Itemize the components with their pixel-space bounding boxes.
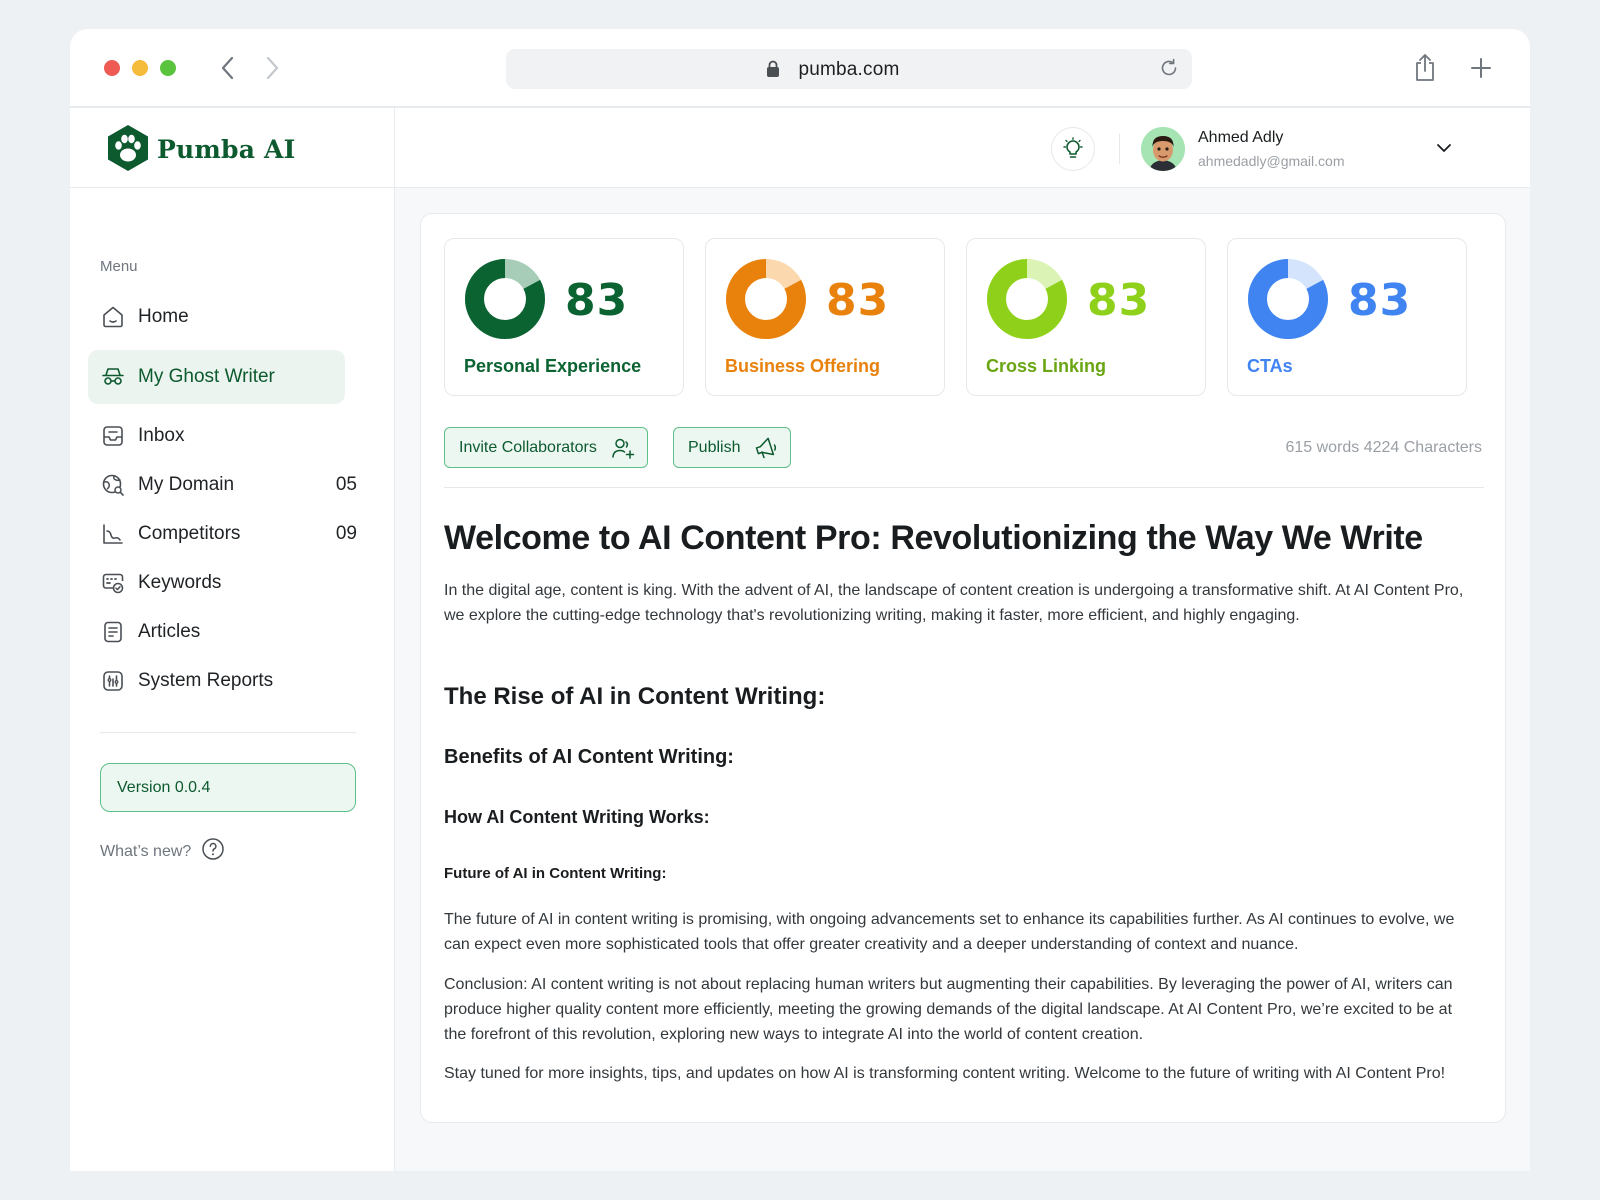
inbox-icon [100, 423, 126, 449]
top-header: Ahmed Adly ahmedadly@gmail.com [395, 108, 1530, 188]
article-title[interactable]: Welcome to AI Content Pro: Revolutionizi… [444, 519, 1423, 558]
whats-new-label: What’s new? [100, 842, 192, 860]
score-value: 83 [565, 275, 629, 326]
lightbulb-icon[interactable] [1051, 127, 1095, 171]
menu-title: Menu [100, 258, 138, 275]
sidebar-item-label: Keywords [138, 572, 222, 593]
heading-rise-of-ai[interactable]: The Rise of AI in Content Writing: [444, 683, 825, 711]
invite-label: Invite Collaborators [459, 438, 597, 456]
share-icon[interactable] [1410, 53, 1440, 83]
sidebar-item-label: Articles [138, 621, 201, 642]
close-window-button[interactable] [104, 60, 120, 76]
heading-how-it-works[interactable]: How AI Content Writing Works: [444, 807, 710, 828]
report-icon [100, 668, 126, 694]
version-badge: Version 0.0.4 [100, 763, 356, 812]
keyword-icon [100, 570, 126, 596]
new-tab-icon[interactable] [1466, 53, 1496, 83]
sidebar-item-label: Inbox [138, 425, 185, 446]
sidebar: Pumba AI Menu Home My Ghost Writer Inbox [70, 108, 395, 1171]
sidebar-item-label: Home [138, 306, 189, 327]
back-icon[interactable] [213, 53, 243, 83]
address-bar[interactable]: pumba.com [506, 49, 1192, 89]
score-card-personal-experience[interactable]: 83 Personal Experience [444, 238, 684, 396]
sidebar-item-label: My Ghost Writer [138, 366, 275, 387]
score-label: Business Offering [725, 356, 881, 376]
score-value: 83 [1087, 275, 1151, 326]
avatar[interactable] [1141, 127, 1185, 171]
article-intro[interactable]: In the digital age, content is king. Wit… [444, 578, 1474, 628]
brand[interactable]: Pumba AI [70, 108, 395, 188]
score-donut [1248, 259, 1328, 339]
score-label: Cross Linking [986, 356, 1107, 376]
sidebar-item-label: System Reports [138, 670, 274, 691]
minimize-window-button[interactable] [132, 60, 148, 76]
main-area: 83 Personal Experience 83 Business Offer… [395, 188, 1530, 1171]
domain-count: 05 [335, 474, 357, 495]
score-card-ctas[interactable]: 83 CTAs [1227, 238, 1467, 396]
browser-window: pumba.com Pumba AI Menu Home My Ghost Wr… [70, 29, 1530, 1171]
competitors-count: 09 [335, 523, 357, 544]
editor-card: 83 Personal Experience 83 Business Offer… [420, 213, 1506, 1123]
score-donut [726, 259, 806, 339]
megaphone-icon [754, 437, 778, 459]
score-card-business-offering[interactable]: 83 Business Offering [705, 238, 945, 396]
score-label: CTAs [1247, 356, 1293, 376]
sidebar-item-my-domain[interactable]: My Domain 05 [88, 458, 357, 512]
paragraph-stay-tuned[interactable]: Stay tuned for more insights, tips, and … [444, 1061, 1474, 1086]
home-icon [100, 304, 126, 330]
brand-name: Pumba AI [157, 135, 296, 164]
heading-future[interactable]: Future of AI in Content Writing: [444, 865, 666, 882]
sidebar-item-articles[interactable]: Articles [88, 605, 345, 659]
help-icon[interactable] [201, 837, 225, 866]
chevron-down-icon[interactable] [1435, 141, 1453, 160]
user-email: ahmedadly@gmail.com [1198, 153, 1345, 169]
ghost-writer-icon [100, 364, 126, 390]
score-donut [465, 259, 545, 339]
whats-new-link[interactable]: What’s new? [100, 837, 225, 866]
document-icon [100, 619, 126, 645]
header-divider [1119, 134, 1120, 164]
publish-label: Publish [688, 438, 741, 456]
user-name: Ahmed Adly [1198, 129, 1284, 146]
chart-icon [100, 521, 126, 547]
sidebar-item-competitors[interactable]: Competitors 09 [88, 507, 357, 561]
sidebar-item-ghost-writer[interactable]: My Ghost Writer [88, 350, 345, 404]
score-donut [987, 259, 1067, 339]
toolbar-divider [444, 487, 1484, 488]
sidebar-item-label: My Domain [138, 474, 235, 495]
publish-button[interactable]: Publish [673, 427, 792, 468]
globe-icon [100, 472, 126, 498]
maximize-window-button[interactable] [160, 60, 176, 76]
sidebar-item-system-reports[interactable]: System Reports [88, 654, 345, 708]
score-card-cross-linking[interactable]: 83 Cross Linking [966, 238, 1206, 396]
add-user-icon [611, 437, 635, 459]
url-text: pumba.com [798, 59, 900, 80]
word-character-count: 615 words 4224 Characters [1285, 439, 1482, 456]
score-value: 83 [826, 275, 890, 326]
sidebar-item-label: Competitors [138, 523, 241, 544]
heading-benefits[interactable]: Benefits of AI Content Writing: [444, 746, 734, 769]
sidebar-item-inbox[interactable]: Inbox [88, 409, 345, 463]
score-value: 83 [1348, 275, 1412, 326]
forward-icon[interactable] [257, 53, 287, 83]
reload-icon[interactable] [1158, 57, 1180, 84]
score-label: Personal Experience [464, 356, 642, 376]
browser-toolbar: pumba.com [70, 29, 1530, 108]
sidebar-item-home[interactable]: Home [88, 290, 345, 344]
sidebar-divider [100, 732, 356, 733]
paragraph-future[interactable]: The future of AI in content writing is p… [444, 907, 1474, 957]
sidebar-item-keywords[interactable]: Keywords [88, 556, 345, 610]
paragraph-conclusion[interactable]: Conclusion: AI content writing is not ab… [444, 972, 1474, 1047]
invite-collaborators-button[interactable]: Invite Collaborators [444, 427, 648, 468]
paw-logo-icon [106, 124, 150, 177]
